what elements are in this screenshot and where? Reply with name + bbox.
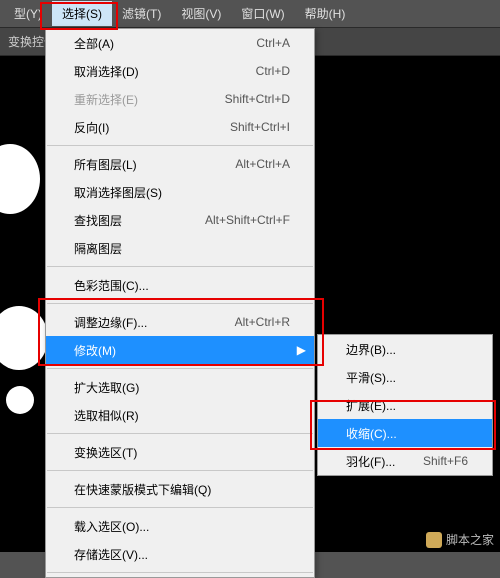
menu-separator [47, 572, 313, 573]
menubar: 型(Y) 选择(S) 滤镜(T) 视图(V) 窗口(W) 帮助(H) [0, 0, 500, 28]
canvas-shape [0, 144, 40, 214]
menu-item-deselect-layers[interactable]: 取消选择图层(S) [46, 178, 314, 206]
canvas-shape [6, 386, 34, 414]
modify-submenu: 边界(B)... 平滑(S)... 扩展(E)... 收缩(C)... 羽化(F… [317, 334, 493, 476]
menu-item-reselect: 重新选择(E)Shift+Ctrl+D [46, 85, 314, 113]
menu-item-modify[interactable]: 修改(M)▶ [46, 336, 314, 364]
canvas-shape [0, 306, 48, 370]
menu-item-find-layers[interactable]: 查找图层Alt+Shift+Ctrl+F [46, 206, 314, 234]
menu-separator [47, 303, 313, 304]
menubar-item-view[interactable]: 视图(V) [171, 1, 231, 26]
menu-item-grow[interactable]: 扩大选取(G) [46, 373, 314, 401]
menu-separator [47, 145, 313, 146]
menu-item-deselect[interactable]: 取消选择(D)Ctrl+D [46, 57, 314, 85]
menu-item-save-selection[interactable]: 存储选区(V)... [46, 540, 314, 568]
select-menu: 全部(A)Ctrl+A 取消选择(D)Ctrl+D 重新选择(E)Shift+C… [45, 28, 315, 578]
menu-separator [47, 433, 313, 434]
submenu-item-contract[interactable]: 收缩(C)... [318, 419, 492, 447]
submenu-arrow-icon: ▶ [297, 343, 306, 357]
menu-item-inverse[interactable]: 反向(I)Shift+Ctrl+I [46, 113, 314, 141]
menubar-item-help[interactable]: 帮助(H) [295, 1, 356, 26]
watermark: 脚本之家 [426, 531, 494, 548]
watermark-logo-icon [426, 532, 442, 548]
menu-item-transform-selection[interactable]: 变换选区(T) [46, 438, 314, 466]
menu-item-refine-edge[interactable]: 调整边缘(F)...Alt+Ctrl+R [46, 308, 314, 336]
menu-separator [47, 507, 313, 508]
submenu-item-feather[interactable]: 羽化(F)...Shift+F6 [318, 447, 492, 475]
menubar-item-filter[interactable]: 滤镜(T) [112, 1, 171, 26]
submenu-item-border[interactable]: 边界(B)... [318, 335, 492, 363]
menu-item-load-selection[interactable]: 载入选区(O)... [46, 512, 314, 540]
submenu-item-expand[interactable]: 扩展(E)... [318, 391, 492, 419]
menu-separator [47, 470, 313, 471]
menu-item-all[interactable]: 全部(A)Ctrl+A [46, 29, 314, 57]
submenu-item-smooth[interactable]: 平滑(S)... [318, 363, 492, 391]
menu-separator [47, 368, 313, 369]
menu-item-color-range[interactable]: 色彩范围(C)... [46, 271, 314, 299]
menubar-item-select[interactable]: 选择(S) [52, 1, 112, 26]
menu-item-all-layers[interactable]: 所有图层(L)Alt+Ctrl+A [46, 150, 314, 178]
menu-item-isolate-layers[interactable]: 隔离图层 [46, 234, 314, 262]
menubar-item-window[interactable]: 窗口(W) [231, 1, 294, 26]
menu-item-similar[interactable]: 选取相似(R) [46, 401, 314, 429]
menu-item-quick-mask[interactable]: 在快速蒙版模式下编辑(Q) [46, 475, 314, 503]
menu-separator [47, 266, 313, 267]
menubar-item-type[interactable]: 型(Y) [4, 1, 52, 26]
